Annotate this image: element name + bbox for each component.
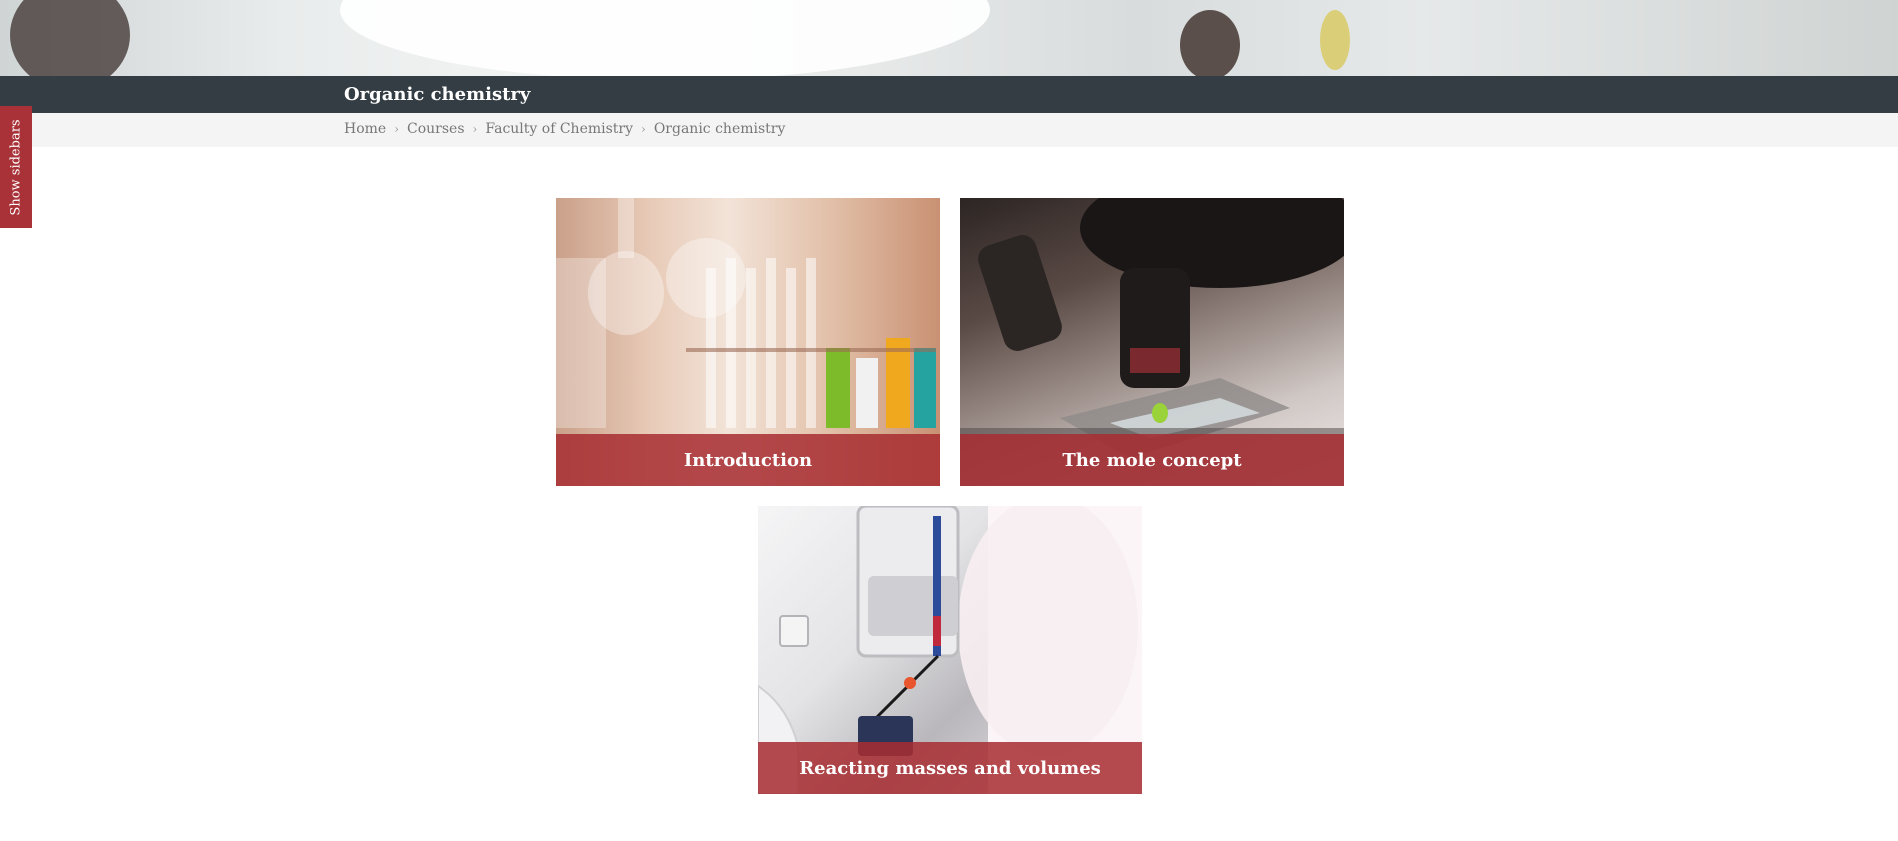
vial-shape: [1320, 10, 1350, 70]
breadcrumb-courses[interactable]: Courses: [407, 121, 465, 137]
bottle-shape: [10, 0, 130, 76]
flask-shape: [1180, 10, 1240, 76]
chevron-right-icon: ›: [641, 122, 646, 136]
breadcrumb-faculty[interactable]: Faculty of Chemistry: [485, 121, 633, 137]
course-title: Reacting masses and volumes: [758, 742, 1142, 794]
title-bar: Organic chemistry: [0, 76, 1898, 113]
course-card-introduction[interactable]: Introduction: [556, 198, 940, 486]
course-card-reacting-masses[interactable]: Reacting masses and volumes: [758, 506, 1142, 794]
show-sidebars-label: Show sidebars: [8, 118, 24, 216]
page-title: Organic chemistry: [344, 84, 531, 105]
course-title: The mole concept: [960, 434, 1344, 486]
breadcrumb-home[interactable]: Home: [344, 121, 386, 137]
header-banner-image: [0, 0, 1898, 76]
chevron-right-icon: ›: [472, 122, 478, 136]
course-card-mole-concept[interactable]: The mole concept: [960, 198, 1344, 486]
breadcrumb-bar: Home › Courses › Faculty of Chemistry › …: [0, 113, 1898, 147]
course-title: Introduction: [556, 434, 940, 486]
chevron-right-icon: ›: [394, 122, 400, 136]
show-sidebars-button[interactable]: Show sidebars: [0, 106, 32, 228]
breadcrumb: Home › Courses › Faculty of Chemistry › …: [344, 121, 785, 137]
lab-coat-shape: [340, 0, 990, 76]
breadcrumb-current: Organic chemistry: [653, 121, 786, 137]
